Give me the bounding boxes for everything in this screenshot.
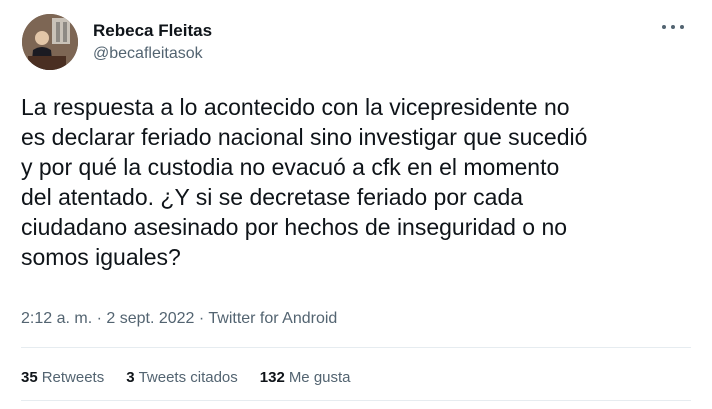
divider bbox=[21, 400, 691, 401]
tweet-header: Rebeca Fleitas @becafleitasok bbox=[22, 14, 692, 74]
retweets-stat[interactable]: 35 Retweets bbox=[21, 367, 104, 389]
user-info: Rebeca Fleitas @becafleitasok bbox=[93, 20, 212, 65]
likes-label: Me gusta bbox=[288, 369, 351, 386]
tweet-meta[interactable]: 2:12 a. m. · 2 sept. 2022 · Twitter for … bbox=[21, 308, 337, 330]
divider bbox=[21, 347, 691, 348]
retweets-count: 35 bbox=[21, 369, 38, 386]
quotes-label: Tweets citados bbox=[138, 369, 238, 386]
display-name[interactable]: Rebeca Fleitas bbox=[93, 20, 212, 42]
avatar[interactable] bbox=[22, 14, 78, 70]
tweet-card: Rebeca Fleitas @becafleitasok La respues… bbox=[0, 0, 712, 409]
avatar-image bbox=[22, 14, 78, 70]
dot-icon bbox=[680, 25, 684, 29]
more-horizontal-icon[interactable] bbox=[662, 20, 684, 34]
tweet-stats: 35 Retweets 3 Tweets citados 132 Me gusta bbox=[21, 367, 373, 389]
likes-stat[interactable]: 132 Me gusta bbox=[260, 367, 351, 389]
likes-count: 132 bbox=[259, 369, 285, 386]
dot-icon bbox=[662, 25, 666, 29]
dot-icon bbox=[671, 25, 675, 29]
retweets-label: Retweets bbox=[41, 369, 105, 386]
quotes-count: 3 bbox=[126, 369, 135, 386]
user-handle[interactable]: @becafleitasok bbox=[93, 43, 212, 65]
quotes-stat[interactable]: 3 Tweets citados bbox=[126, 367, 238, 389]
tweet-text: La respuesta a lo acontecido con la vice… bbox=[21, 94, 588, 270]
